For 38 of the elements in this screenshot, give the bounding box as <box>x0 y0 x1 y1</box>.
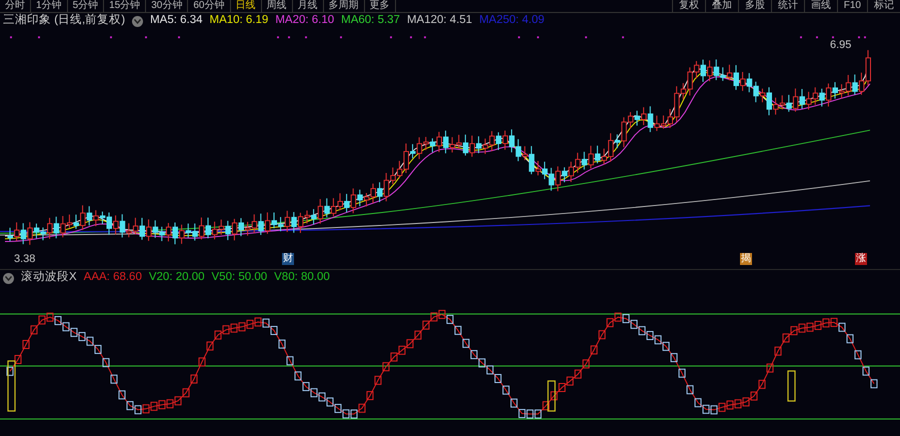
toolbar-button[interactable]: 标记 <box>867 0 900 12</box>
period-tab[interactable]: 分时 <box>0 0 31 12</box>
chart-title: 滚动波段X <box>21 270 77 286</box>
period-tab[interactable]: 日线 <box>230 0 262 12</box>
toolbar-button[interactable]: 多股 <box>738 0 771 12</box>
period-tab[interactable]: 月线 <box>292 0 324 12</box>
indicator-value: MA10: 6.19 <box>209 13 268 28</box>
period-tab[interactable]: 多周期 <box>324 0 364 12</box>
period-tab[interactable]: 30分钟 <box>146 0 188 12</box>
indicator-value: V50: 50.00 <box>212 270 268 286</box>
chevron-icon[interactable] <box>3 272 14 284</box>
high-price-label: 6.95 <box>830 38 852 53</box>
signal-bar <box>7 360 16 412</box>
period-tab[interactable]: 更多 <box>364 0 396 12</box>
indicator-value: V20: 20.00 <box>148 270 204 286</box>
signal-bar <box>547 380 556 412</box>
period-tab[interactable]: 60分钟 <box>188 0 230 12</box>
toolbar-button[interactable]: F10 <box>836 0 867 12</box>
indicator-value: V80: 80.00 <box>274 270 330 286</box>
period-tab[interactable]: 周线 <box>262 0 292 12</box>
period-tab[interactable]: 1分钟 <box>31 0 68 12</box>
event-marker[interactable]: 财 <box>282 253 294 265</box>
indicator-value: AAA: 68.60 <box>84 270 142 286</box>
chevron-icon[interactable] <box>132 16 144 26</box>
period-tab[interactable]: 15分钟 <box>104 0 146 12</box>
event-marker[interactable]: 涨 <box>855 253 867 265</box>
indicator-value: MA120: 4.51 <box>406 13 472 28</box>
indicator-value: MA5: 6.34 <box>150 13 202 28</box>
indicator-value: MA20: 6.10 <box>275 13 334 28</box>
toolbar-button[interactable]: 画线 <box>804 0 837 12</box>
indicator-value: MA60: 5.37 <box>341 13 400 28</box>
indicator-value: MA250: 4.09 <box>479 13 544 28</box>
toolbar-button[interactable]: 复权 <box>672 0 705 12</box>
chart-title: 三湘印象 (日线,前复权) <box>3 12 126 28</box>
signal-bar <box>787 370 796 402</box>
period-tab[interactable]: 5分钟 <box>68 0 104 12</box>
low-price-label: 3.38 <box>14 252 36 267</box>
toolbar-button[interactable]: 叠加 <box>704 0 738 12</box>
